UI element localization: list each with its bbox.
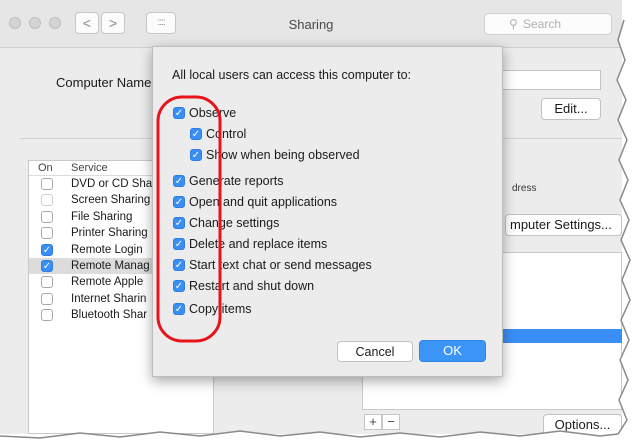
service-checkbox[interactable] <box>41 292 53 305</box>
computer-settings-button[interactable]: mputer Settings... <box>505 214 622 236</box>
service-name: Remote Login <box>71 243 143 256</box>
service-checkbox[interactable] <box>41 210 53 223</box>
edit-button[interactable]: Edit... <box>541 98 601 120</box>
access-option-label: Observe <box>189 106 237 120</box>
service-name: Printer Sharing <box>71 227 148 240</box>
service-checkbox[interactable] <box>41 243 53 256</box>
access-option-label: Restart and shut down <box>189 279 315 293</box>
access-option-label: Delete and replace items <box>189 237 328 251</box>
options-button[interactable]: Options... <box>543 414 622 434</box>
service-checkbox[interactable] <box>41 259 53 272</box>
access-option-label: Copy items <box>189 302 252 316</box>
service-name: File Sharing <box>71 210 133 223</box>
service-checkbox[interactable] <box>41 309 53 322</box>
access-option-label: Change settings <box>189 216 280 230</box>
service-name: DVD or CD Sha <box>71 178 153 190</box>
access-option-label: Control <box>206 127 247 141</box>
remove-user-button[interactable]: − <box>382 414 400 430</box>
column-header-service: Service <box>71 162 108 174</box>
access-option-label: Show when being observed <box>206 148 360 162</box>
access-option-checkbox[interactable] <box>173 175 185 187</box>
access-options-sheet: All local users can access this computer… <box>152 46 503 377</box>
access-option-checkbox[interactable] <box>190 149 202 161</box>
access-option-checkbox[interactable] <box>173 280 185 292</box>
search-placeholder: Search <box>523 17 562 31</box>
access-option-checkbox[interactable] <box>173 303 185 315</box>
service-name: Remote Manag <box>71 259 150 272</box>
access-option-checkbox[interactable] <box>173 259 185 271</box>
service-checkbox[interactable] <box>41 178 53 190</box>
service-checkbox[interactable] <box>41 276 53 289</box>
ok-button[interactable]: OK <box>419 340 486 362</box>
access-option-checkbox[interactable] <box>190 128 202 140</box>
access-option-checkbox[interactable] <box>173 217 185 229</box>
access-option-label: Open and quit applications <box>189 195 338 209</box>
access-option-label: Generate reports <box>189 174 284 188</box>
column-header-on: On <box>38 162 53 174</box>
access-option-checkbox[interactable] <box>173 107 185 119</box>
search-input[interactable]: ⚲ Search <box>484 13 612 35</box>
access-option-label: Start text chat or send messages <box>189 258 372 272</box>
service-checkbox[interactable] <box>41 194 53 207</box>
service-name: Remote Apple <box>71 276 144 289</box>
sheet-heading: All local users can access this computer… <box>172 68 411 82</box>
sharing-window: < > :::: Sharing ⚲ Search Computer Name:… <box>0 0 622 434</box>
service-name: Screen Sharing <box>71 194 151 207</box>
add-user-button[interactable]: + <box>364 414 382 430</box>
computer-name-input[interactable] <box>490 70 601 90</box>
service-name: Bluetooth Shar <box>71 309 148 322</box>
service-name: Internet Sharin <box>71 292 147 305</box>
cancel-button[interactable]: Cancel <box>337 341 413 362</box>
access-option-checkbox[interactable] <box>173 238 185 250</box>
address-text: dress <box>512 183 537 194</box>
computer-name-label: Computer Name: <box>56 75 155 90</box>
magnifier-icon: ⚲ <box>509 17 518 31</box>
access-option-checkbox[interactable] <box>173 196 185 208</box>
service-checkbox[interactable] <box>41 227 53 240</box>
toolbar: < > :::: Sharing ⚲ Search <box>0 0 622 48</box>
